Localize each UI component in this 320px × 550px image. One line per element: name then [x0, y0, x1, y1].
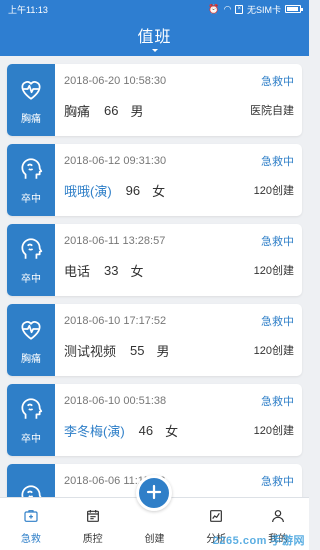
record-card[interactable]: 胸痛 2018-06-10 17:17:52 急救中 测试视频 55 男 120…	[7, 304, 302, 376]
patient-name[interactable]: 哦哦(演)	[64, 181, 112, 200]
record-time: 2018-06-10 17:17:52	[64, 315, 167, 327]
record-origin: 120创建	[253, 185, 294, 197]
nav-item-2[interactable]: 创建	[128, 475, 180, 545]
record-body: 2018-06-20 10:58:30 急救中 胸痛 66 男 医院自建	[55, 64, 302, 136]
status-bar: 上午11:13 ⏰ ◠ × 无SIM卡	[0, 0, 309, 18]
record-card[interactable]: 胸痛 2018-06-20 10:58:30 急救中 胸痛 66 男 医院自建	[7, 64, 302, 136]
record-body: 2018-06-10 00:51:38 急救中 李冬梅(演) 46 女 120创…	[55, 384, 302, 456]
record-type-label: 胸痛	[21, 353, 41, 365]
first-aid-icon	[23, 508, 39, 530]
alarm-icon: ⏰	[208, 3, 220, 14]
record-type-label: 卒中	[21, 193, 41, 205]
heart-pulse-icon	[18, 76, 44, 107]
record-time: 2018-06-10 00:51:38	[64, 395, 167, 407]
app-root: 上午11:13 ⏰ ◠ × 无SIM卡 值班 胸痛 2018-06-20 10:…	[0, 0, 309, 550]
sim-status: 无SIM卡	[246, 4, 281, 15]
record-time: 2018-06-11 13:28:57	[64, 235, 166, 247]
record-origin: 120创建	[253, 265, 294, 277]
record-status: 急救中	[261, 476, 294, 488]
record-type-badge: 卒中	[7, 224, 55, 296]
record-type-badge: 胸痛	[7, 304, 55, 376]
brain-head-icon	[18, 236, 44, 267]
record-time: 2018-06-20 10:58:30	[64, 75, 167, 87]
user-icon	[270, 508, 286, 530]
patient-gender: 女	[152, 183, 166, 199]
patient-gender: 女	[165, 423, 179, 439]
record-list[interactable]: 胸痛 2018-06-20 10:58:30 急救中 胸痛 66 男 医院自建 …	[0, 56, 309, 497]
patient-name[interactable]: 李冬梅(演)	[64, 421, 125, 440]
record-card[interactable]: 卒中 2018-06-10 00:51:38 急救中 李冬梅(演) 46 女 1…	[7, 384, 302, 456]
watermark: 2265.com 手游网	[212, 535, 305, 547]
nav-item-1[interactable]: 质控	[67, 508, 119, 545]
patient-age: 96	[125, 182, 141, 198]
record-status: 急救中	[261, 236, 294, 248]
record-type-badge	[7, 464, 55, 497]
nav-item-label: 创建	[144, 534, 165, 545]
patient-gender: 女	[130, 263, 144, 279]
nav-item-0[interactable]: 急救	[5, 508, 57, 545]
header[interactable]: 值班	[0, 18, 309, 56]
status-icons: ⏰ ◠ × 无SIM卡	[208, 3, 303, 16]
calendar-icon	[85, 508, 101, 530]
record-body: 2018-06-11 13:28:57 急救中 电话 33 女 120创建	[55, 224, 302, 296]
record-type-label: 胸痛	[21, 113, 41, 125]
record-card[interactable]: 卒中 2018-06-12 09:31:30 急救中 哦哦(演) 96 女 12…	[7, 144, 302, 216]
wifi-icon: ◠	[223, 3, 232, 14]
record-body: 2018-06-10 17:17:52 急救中 测试视频 55 男 120创建	[55, 304, 302, 376]
record-status: 急救中	[261, 76, 294, 88]
record-origin: 120创建	[253, 345, 294, 357]
battery-icon	[285, 5, 303, 13]
record-type-badge: 卒中	[7, 144, 55, 216]
chart-icon	[208, 508, 224, 530]
record-status: 急救中	[261, 396, 294, 408]
record-status: 急救中	[261, 156, 294, 168]
record-status: 急救中	[261, 316, 294, 328]
brain-head-icon	[18, 483, 44, 497]
plus-icon	[145, 483, 163, 504]
record-origin: 医院自建	[250, 105, 294, 117]
record-type-label: 卒中	[21, 433, 41, 445]
record-time: 2018-06-12 09:31:30	[64, 155, 167, 167]
patient-age: 55	[130, 342, 145, 358]
nav-item-label: 急救	[20, 534, 41, 545]
record-card[interactable]: 卒中 2018-06-11 13:28:57 急救中 电话 33 女 120创建	[7, 224, 302, 296]
record-type-badge: 胸痛	[7, 64, 55, 136]
patient-name: 胸痛	[64, 103, 91, 119]
patient-name: 电话	[64, 263, 91, 279]
record-type-label: 卒中	[21, 273, 41, 285]
brain-head-icon	[18, 156, 44, 187]
heart-pulse-icon	[18, 316, 44, 347]
create-button[interactable]	[136, 475, 173, 511]
status-time: 上午11:13	[8, 4, 48, 15]
record-body: 2018-06-12 09:31:30 急救中 哦哦(演) 96 女 120创建	[55, 144, 302, 216]
patient-name: 测试视频	[64, 343, 117, 359]
page-title[interactable]: 值班	[137, 23, 171, 47]
sim-icon: ×	[235, 4, 243, 14]
patient-gender: 男	[156, 343, 170, 359]
brain-head-icon	[18, 396, 44, 427]
chevron-down-icon[interactable]	[151, 48, 158, 52]
nav-item-label: 质控	[82, 534, 103, 545]
patient-age: 33	[104, 262, 119, 278]
patient-age: 46	[138, 422, 154, 438]
patient-gender: 男	[130, 103, 144, 119]
record-origin: 120创建	[253, 425, 294, 437]
record-body: 2018-06-06 11:15:03 急救中	[55, 464, 302, 497]
record-type-badge: 卒中	[7, 384, 55, 456]
patient-age: 66	[104, 102, 119, 118]
